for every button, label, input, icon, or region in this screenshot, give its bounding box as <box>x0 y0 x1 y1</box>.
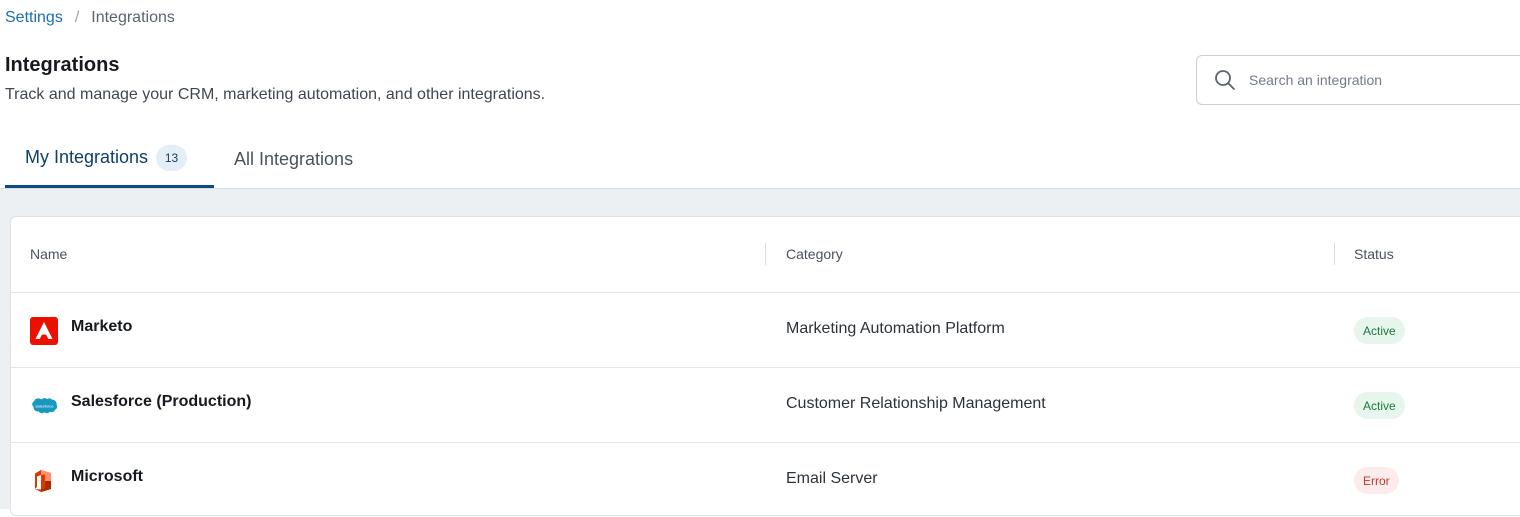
column-header-status[interactable]: Status <box>1354 246 1394 262</box>
integration-name[interactable]: Salesforce (Production) <box>71 393 251 411</box>
salesforce-logo-icon: salesforce <box>30 392 58 420</box>
tab-my-integrations-label: My Integrations <box>25 147 149 167</box>
table-row[interactable]: Marketo Marketing Automation Platform Ac… <box>11 292 1520 367</box>
status-badge: Active <box>1354 317 1405 344</box>
column-divider <box>765 243 766 265</box>
status-badge: Active <box>1354 392 1405 419</box>
search-icon <box>1213 68 1237 92</box>
search-box[interactable] <box>1196 55 1520 105</box>
integration-name[interactable]: Microsoft <box>71 468 143 486</box>
breadcrumb: Settings / Integrations <box>5 8 175 28</box>
search-input[interactable] <box>1247 71 1487 89</box>
integrations-table: Name Category Status Marketo Marketing A… <box>10 216 1520 516</box>
page-subtitle: Track and manage your CRM, marketing aut… <box>5 86 546 103</box>
tab-all-integrations[interactable]: All Integrations <box>234 130 353 188</box>
table-row[interactable]: Microsoft Email Server Error <box>11 442 1520 517</box>
integration-category: Customer Relationship Management <box>786 395 1046 412</box>
svg-text:salesforce: salesforce <box>35 403 54 408</box>
tab-all-integrations-label: All Integrations <box>234 148 354 169</box>
integration-name[interactable]: Marketo <box>71 318 132 336</box>
tab-bar: My Integrations 13 All Integrations <box>0 130 1520 189</box>
column-header-category[interactable]: Category <box>786 246 843 262</box>
tab-my-integrations[interactable]: My Integrations 13 <box>5 130 214 188</box>
integration-count-badge: 13 <box>156 144 188 171</box>
integration-category: Email Server <box>786 470 878 487</box>
status-badge: Error <box>1354 467 1399 494</box>
marketo-logo-icon <box>30 317 58 345</box>
breadcrumb-current: Integrations <box>91 9 175 26</box>
breadcrumb-separator: / <box>74 9 80 26</box>
column-divider <box>1334 243 1335 265</box>
breadcrumb-settings-link[interactable]: Settings <box>5 9 63 27</box>
page-title: Integrations <box>5 54 120 76</box>
integration-category: Marketing Automation Platform <box>786 320 1005 337</box>
column-header-name[interactable]: Name <box>30 246 67 262</box>
table-row[interactable]: salesforce Salesforce (Production) Custo… <box>11 367 1520 442</box>
microsoft-office-logo-icon <box>30 467 58 495</box>
